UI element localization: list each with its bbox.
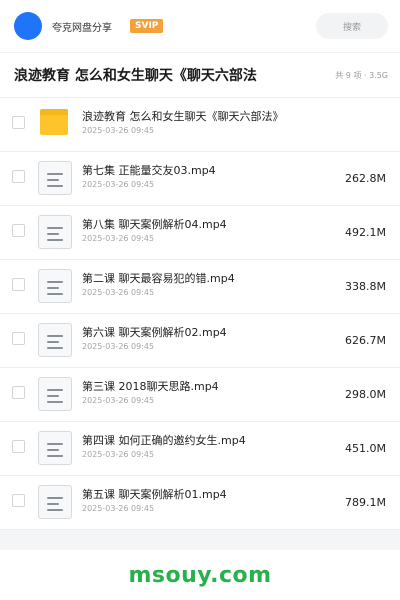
search-input[interactable]: 搜索 <box>316 13 388 39</box>
select-checkbox[interactable] <box>12 116 25 129</box>
search-placeholder: 搜索 <box>342 22 361 33</box>
file-date: 2025-03-26 09:45 <box>82 126 155 135</box>
watermark: msouy.com <box>128 562 272 588</box>
file-icon <box>38 377 72 411</box>
folder-icon <box>38 107 72 141</box>
list-item[interactable]: 浪迹教育 怎么和女生聊天《聊天六部法》 2025-03-26 09:45 <box>0 98 400 152</box>
footer: msouy.com <box>0 550 400 600</box>
page-title: 浪迹教育 怎么和女生聊天《聊天六部法 <box>14 68 257 84</box>
select-checkbox[interactable] <box>12 386 25 399</box>
file-icon <box>38 269 72 303</box>
file-icon <box>38 323 72 357</box>
file-name: 第八集 聊天案例解析04.mp4 <box>82 218 227 231</box>
file-icon <box>38 431 72 465</box>
file-name: 第二课 聊天最容易犯的错.mp4 <box>82 272 235 285</box>
page: 夸克网盘分享 SVIP 搜索 浪迹教育 怎么和女生聊天《聊天六部法 共 9 项 … <box>0 0 400 600</box>
list-item[interactable]: 第三课 2018聊天思路.mp4 2025-03-26 09:45 298.0M <box>0 368 400 422</box>
file-name: 第四课 如何正确的邀约女生.mp4 <box>82 434 246 447</box>
list-item[interactable]: 第六课 聊天案例解析02.mp4 2025-03-26 09:45 626.7M <box>0 314 400 368</box>
avatar[interactable] <box>14 12 42 40</box>
user-name: 夸克网盘分享 <box>52 22 112 34</box>
file-icon <box>38 161 72 195</box>
select-checkbox[interactable] <box>12 440 25 453</box>
select-checkbox[interactable] <box>12 170 25 183</box>
select-checkbox[interactable] <box>12 278 25 291</box>
folder-title-bar: 浪迹教育 怎么和女生聊天《聊天六部法 共 9 项 · 3.5G <box>0 52 400 98</box>
file-date: 2025-03-26 09:45 <box>82 450 155 459</box>
list-item[interactable]: 第七集 正能量交友03.mp4 2025-03-26 09:45 262.8M <box>0 152 400 206</box>
file-date: 2025-03-26 09:45 <box>82 504 155 513</box>
svip-badge: SVIP <box>130 19 164 33</box>
select-checkbox[interactable] <box>12 332 25 345</box>
list-item[interactable]: 第五课 聊天案例解析01.mp4 2025-03-26 09:45 789.1M <box>0 476 400 530</box>
list-item[interactable]: 第八集 聊天案例解析04.mp4 2025-03-26 09:45 492.1M <box>0 206 400 260</box>
file-date: 2025-03-26 09:45 <box>82 342 155 351</box>
file-name: 第三课 2018聊天思路.mp4 <box>82 380 219 393</box>
file-name: 浪迹教育 怎么和女生聊天《聊天六部法》 <box>82 110 284 123</box>
file-size: 626.7M <box>345 334 386 347</box>
file-name: 第六课 聊天案例解析02.mp4 <box>82 326 227 339</box>
file-size: 338.8M <box>345 280 386 293</box>
file-size: 262.8M <box>345 172 386 185</box>
file-date: 2025-03-26 09:45 <box>82 180 155 189</box>
list-item[interactable]: 第四课 如何正确的邀约女生.mp4 2025-03-26 09:45 451.0… <box>0 422 400 476</box>
list-item[interactable]: 第二课 聊天最容易犯的错.mp4 2025-03-26 09:45 338.8M <box>0 260 400 314</box>
file-size: 451.0M <box>345 442 386 455</box>
file-date: 2025-03-26 09:45 <box>82 288 155 297</box>
file-size: 789.1M <box>345 496 386 509</box>
select-checkbox[interactable] <box>12 494 25 507</box>
folder-meta: 共 9 项 · 3.5G <box>335 70 388 80</box>
select-checkbox[interactable] <box>12 224 25 237</box>
file-size: 492.1M <box>345 226 386 239</box>
file-name: 第七集 正能量交友03.mp4 <box>82 164 216 177</box>
file-icon <box>38 485 72 519</box>
file-name: 第五课 聊天案例解析01.mp4 <box>82 488 227 501</box>
file-date: 2025-03-26 09:45 <box>82 234 155 243</box>
file-date: 2025-03-26 09:45 <box>82 396 155 405</box>
file-list: 浪迹教育 怎么和女生聊天《聊天六部法》 2025-03-26 09:45 第七集… <box>0 98 400 530</box>
file-icon <box>38 215 72 249</box>
file-size: 298.0M <box>345 388 386 401</box>
top-bar: 夸克网盘分享 SVIP 搜索 <box>0 0 400 52</box>
